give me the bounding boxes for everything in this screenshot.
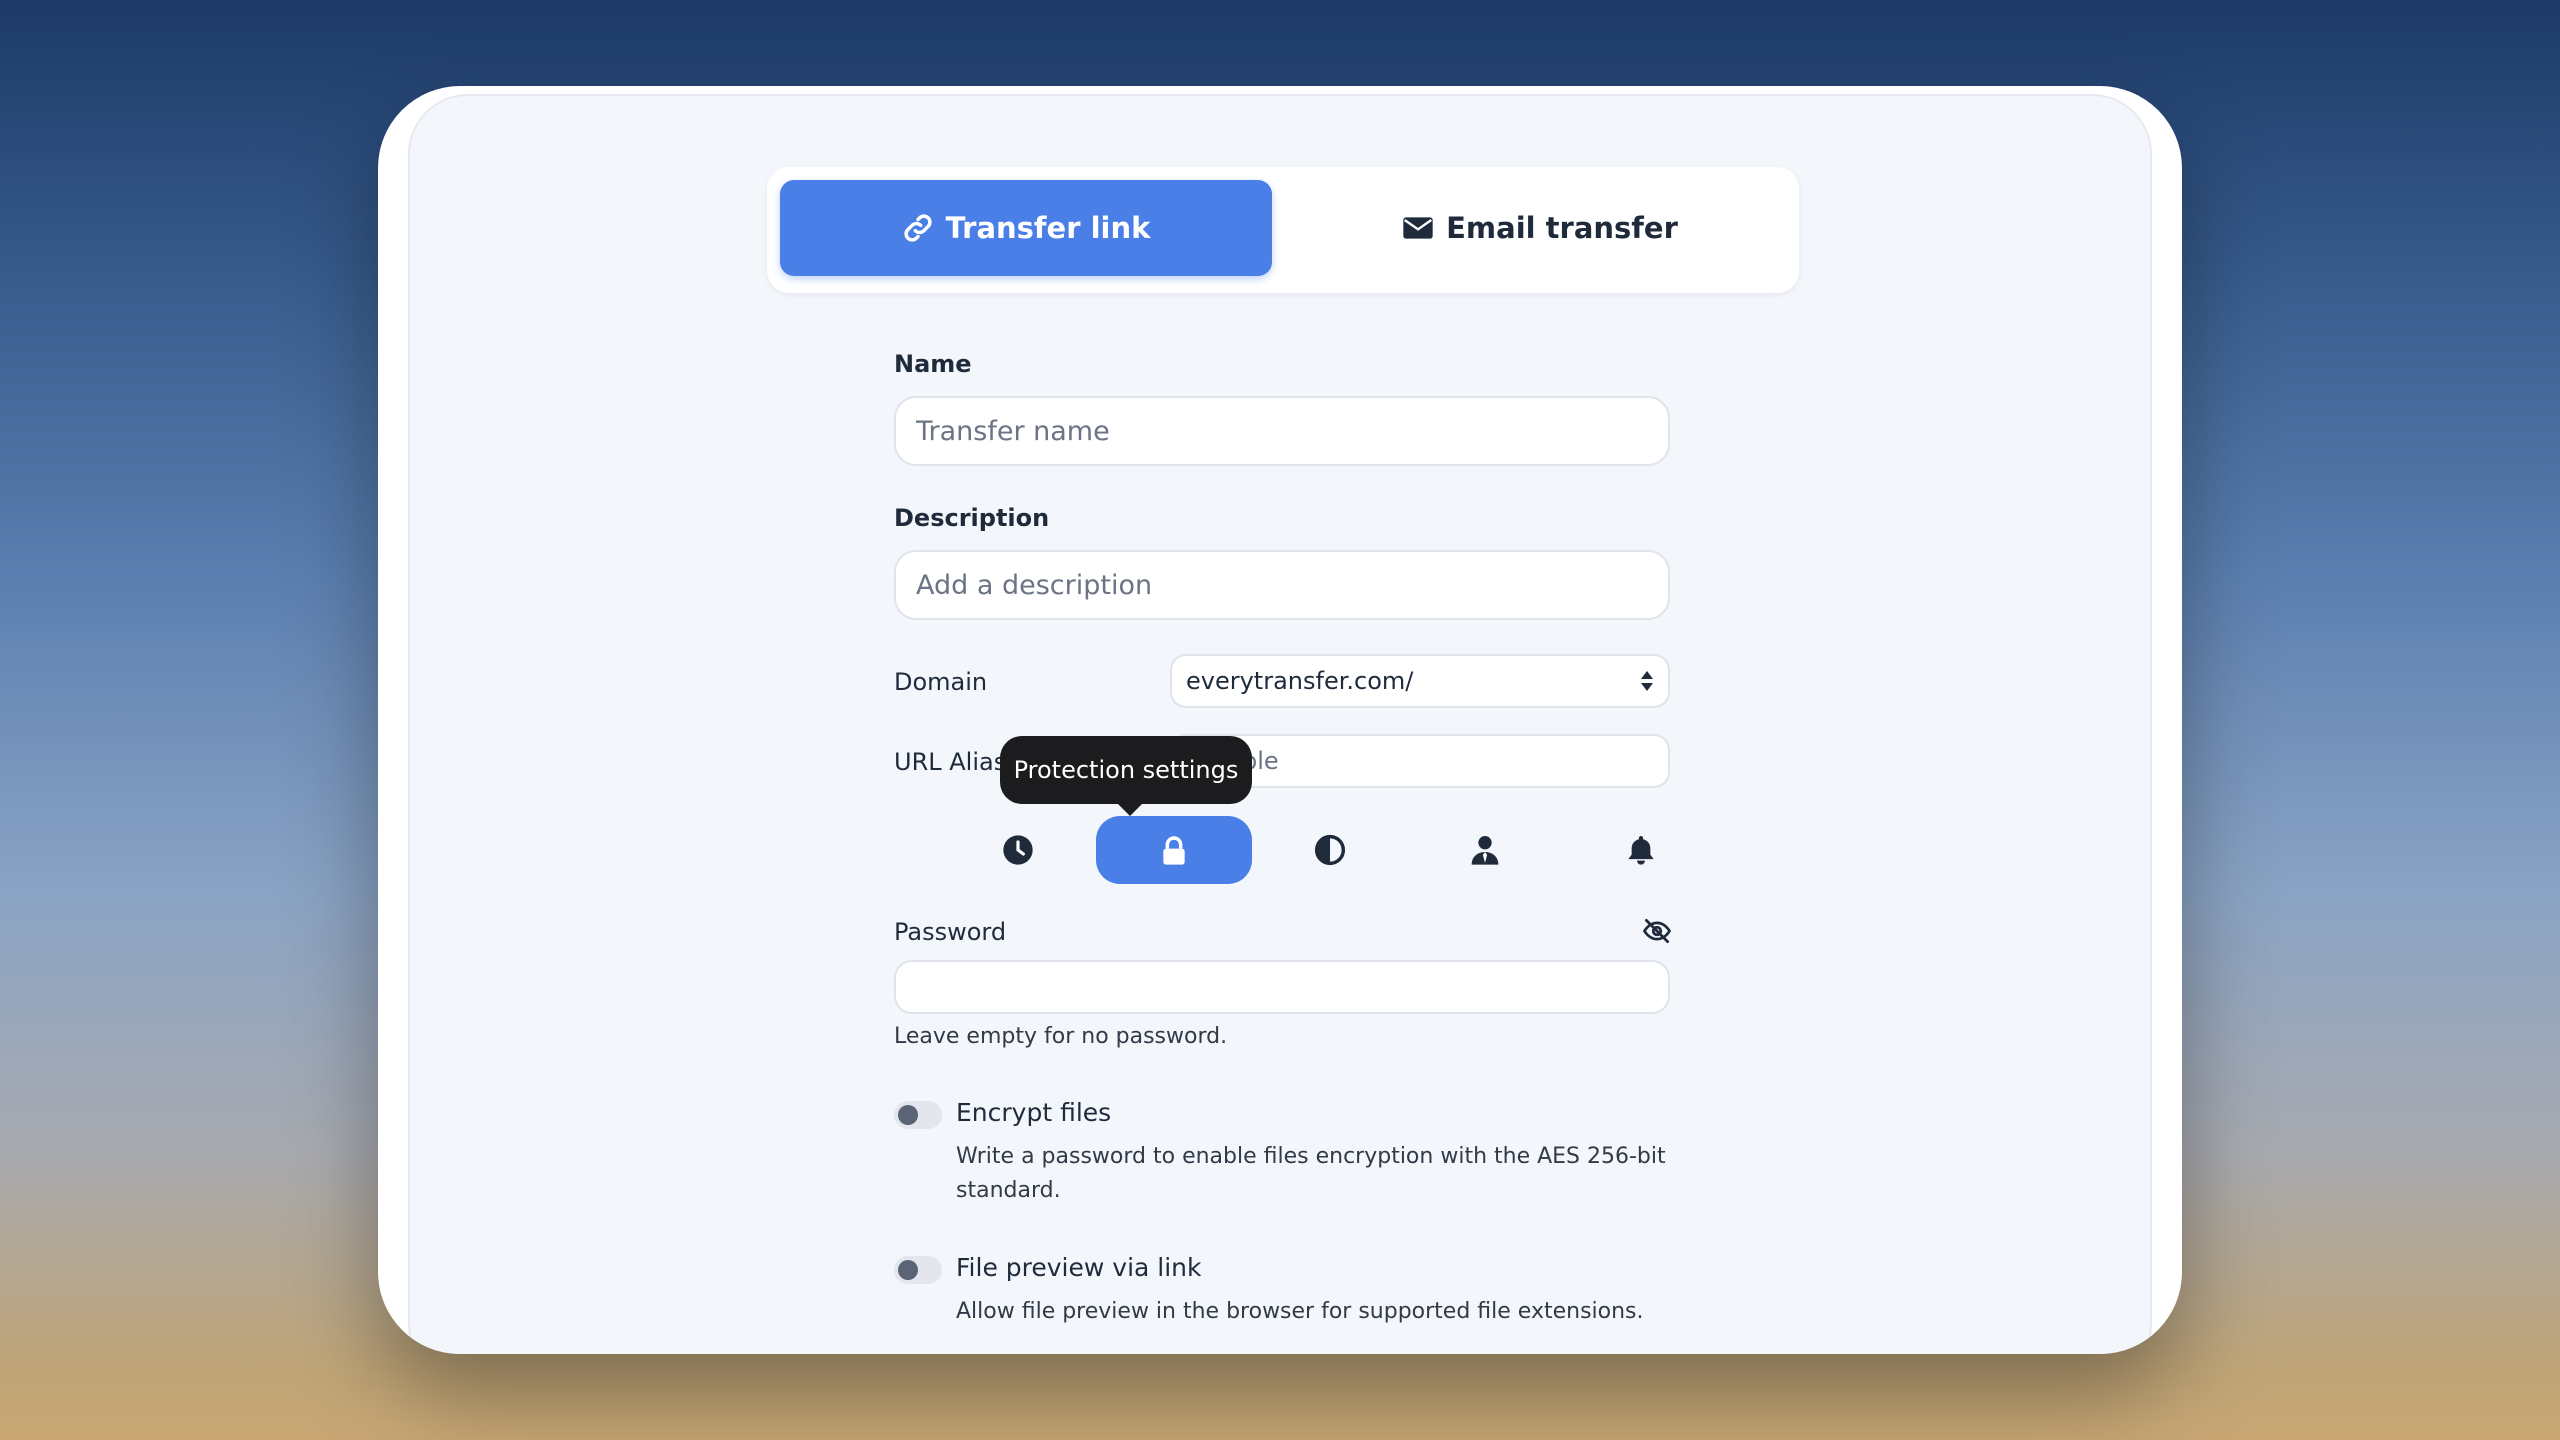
select-arrows-icon: [1641, 671, 1653, 691]
transfer-type-tabs: Transfer link Email transfer: [767, 167, 1799, 293]
file-preview-toggle[interactable]: [894, 1256, 942, 1284]
tooltip-text: Protection settings: [1013, 756, 1239, 784]
tooltip-arrow: [1116, 802, 1144, 816]
tab-email-transfer-label: Email transfer: [1446, 211, 1678, 245]
appearance-settings-button[interactable]: [1252, 816, 1408, 884]
tab-transfer-link-label: Transfer link: [945, 211, 1151, 245]
clock-icon: [1003, 835, 1033, 865]
recipient-settings-button[interactable]: [1407, 816, 1563, 884]
encrypt-files-desc-line1: Write a password to enable files encrypt…: [956, 1144, 1666, 1169]
expiration-settings-button[interactable]: [940, 816, 1096, 884]
user-tie-icon: [1471, 836, 1499, 865]
description-input[interactable]: [894, 550, 1670, 620]
name-input[interactable]: [894, 396, 1670, 466]
envelope-icon: [1403, 217, 1433, 239]
link-icon: [904, 214, 932, 242]
lock-icon: [1163, 836, 1185, 865]
encrypt-files-title: Encrypt files: [956, 1098, 1112, 1127]
description-label: Description: [894, 504, 1050, 532]
protection-settings-tooltip: Protection settings: [1000, 736, 1252, 804]
transfer-panel: Transfer link Email transfer Name Descri…: [408, 94, 2152, 1354]
name-label: Name: [894, 350, 972, 378]
domain-label: Domain: [894, 668, 988, 696]
protection-settings-button[interactable]: [1096, 816, 1252, 884]
tab-email-transfer[interactable]: Email transfer: [1294, 180, 1786, 276]
password-hint: Leave empty for no password.: [894, 1024, 1228, 1049]
file-preview-title: File preview via link: [956, 1253, 1202, 1282]
domain-select-value: everytransfer.com/: [1186, 667, 1414, 695]
toggle-knob: [898, 1105, 918, 1125]
domain-select[interactable]: everytransfer.com/: [1170, 654, 1670, 708]
password-label: Password: [894, 918, 1007, 946]
encrypt-files-desc-line2: standard.: [956, 1178, 1061, 1203]
notification-settings-button[interactable]: [1563, 816, 1719, 884]
eye-slash-icon[interactable]: [1642, 916, 1672, 946]
password-input[interactable]: [894, 960, 1670, 1014]
url-alias-label: URL Alias: [894, 748, 1007, 776]
toggle-knob: [898, 1260, 918, 1280]
file-preview-desc: Allow file preview in the browser for su…: [956, 1299, 1644, 1324]
contrast-icon: [1314, 834, 1346, 866]
bell-icon: [1628, 836, 1654, 865]
app-window: Transfer link Email transfer Name Descri…: [378, 86, 2182, 1354]
encrypt-files-toggle[interactable]: [894, 1101, 942, 1129]
tab-transfer-link[interactable]: Transfer link: [780, 180, 1272, 276]
